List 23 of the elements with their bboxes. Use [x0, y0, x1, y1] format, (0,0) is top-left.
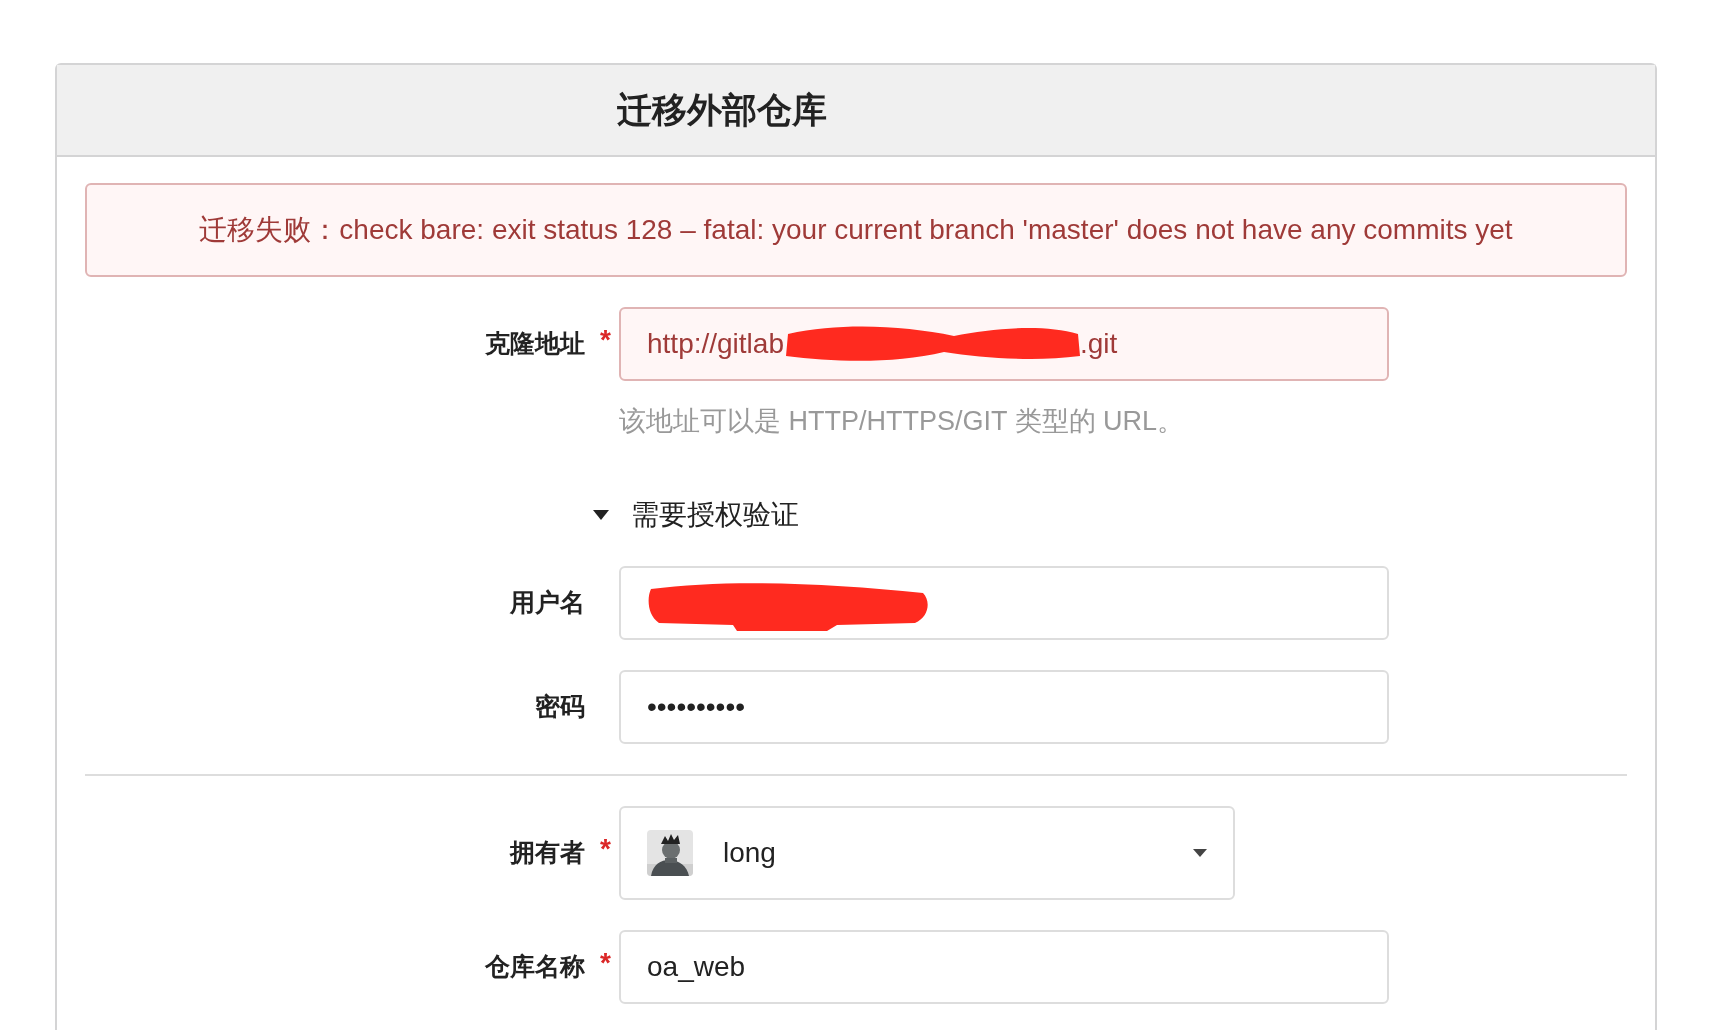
- required-mark: *: [600, 831, 611, 866]
- caret-icon: [1193, 848, 1207, 857]
- owner-name: long: [723, 835, 776, 870]
- input-field[interactable]: [619, 565, 1389, 640]
- field-value: http://gitlab: [647, 327, 784, 361]
- field-label: 用户名: [510, 587, 585, 616]
- form-title: 迁移外部仓库: [617, 88, 827, 131]
- error-message: 迁移失败：check bare: exit status 128 – fatal: your current branch 'master' does not have any commits yet: [85, 183, 1627, 277]
- help-text: 该地址可以是 HTTP/HTTPS/GIT 类型的 URL。: [619, 405, 1186, 438]
- field-label: 密码: [535, 691, 585, 720]
- required-mark: *: [600, 945, 611, 980]
- input-field[interactable]: ••••••••••: [619, 669, 1389, 744]
- field-label: 拥有者: [510, 837, 585, 866]
- required-mark: *: [600, 323, 611, 358]
- owner-dropdown[interactable]: long: [619, 805, 1235, 900]
- field-value: oa_web: [647, 949, 746, 984]
- field-value: ••••••••••: [647, 689, 746, 724]
- input-field[interactable]: oa_web: [619, 929, 1389, 1004]
- field-label: 仓库名称: [485, 951, 585, 980]
- field-label: 克隆地址: [485, 329, 585, 358]
- input-field[interactable]: http://gitlab .git: [619, 307, 1389, 381]
- auth-toggle[interactable]: 需要授权验证: [593, 493, 799, 536]
- field-value: .git: [1080, 327, 1118, 361]
